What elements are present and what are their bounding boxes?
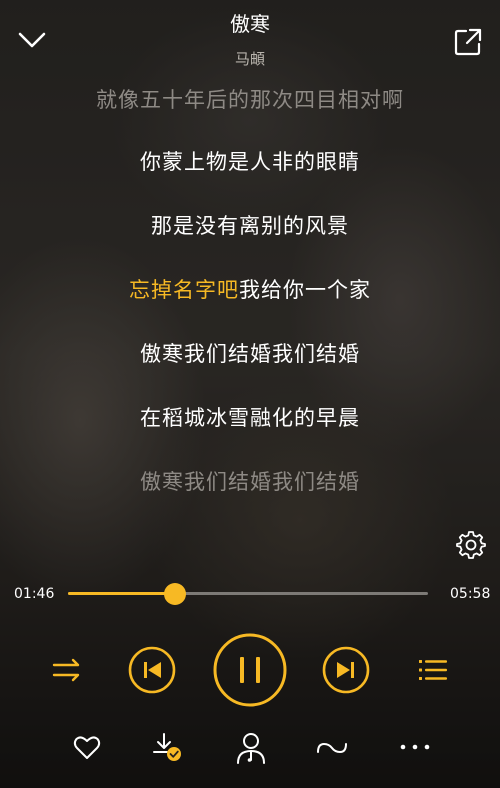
lyric-line: 那是没有离别的风景	[151, 214, 349, 238]
downloaded-icon	[153, 733, 181, 761]
loop-icon	[317, 742, 347, 754]
lyric-line: 就像五十年后的那次四目相对啊	[96, 88, 404, 112]
previous-button[interactable]	[128, 646, 176, 694]
share-icon	[454, 28, 482, 56]
total-time: 05:58	[450, 586, 491, 602]
playlist-icon	[419, 660, 447, 680]
pause-icon	[213, 633, 287, 707]
singer-button[interactable]	[234, 730, 268, 766]
artist-name[interactable]: 马頔	[0, 48, 500, 69]
lyric-line-current: 忘掉名字吧我给你一个家	[0, 274, 500, 304]
previous-icon	[128, 646, 176, 694]
lyric-line: 傲寒我们结婚我们结婚	[140, 342, 360, 366]
progress-fill	[68, 592, 175, 595]
next-icon	[322, 646, 370, 694]
current-time: 01:46	[14, 586, 55, 602]
more-icon	[400, 744, 430, 750]
lyric-line: 你蒙上物是人非的眼睛	[140, 150, 360, 174]
singer-icon	[237, 733, 265, 764]
like-button[interactable]	[72, 732, 102, 762]
progress-bar[interactable]	[68, 583, 428, 605]
lyric-sung-part: 忘掉名字吧	[129, 278, 239, 302]
more-button[interactable]	[396, 736, 434, 758]
heart-icon	[73, 736, 101, 759]
playlist-button[interactable]	[416, 655, 450, 685]
next-button[interactable]	[322, 646, 370, 694]
lyric-unsung-part: 我给你一个家	[239, 278, 371, 302]
pause-button[interactable]	[212, 632, 288, 708]
download-button[interactable]	[150, 730, 186, 766]
gear-icon	[456, 531, 486, 559]
progress-thumb[interactable]	[163, 583, 186, 605]
effects-button[interactable]	[314, 734, 350, 762]
player-screen: 傲寒 马頔 就像五十年后的那次四目相对啊 你蒙上物是人非的眼睛 那是没有离别的风…	[0, 0, 500, 788]
shuffle-icon	[52, 658, 80, 682]
song-title: 傲寒	[230, 12, 270, 36]
lyric-line: 在稻城冰雪融化的早晨	[140, 406, 360, 430]
play-mode-button[interactable]	[50, 653, 84, 687]
share-button[interactable]	[452, 26, 484, 58]
lyrics-settings-button[interactable]	[456, 530, 486, 560]
lyric-line: 傲寒我们结婚我们结婚	[140, 470, 360, 494]
